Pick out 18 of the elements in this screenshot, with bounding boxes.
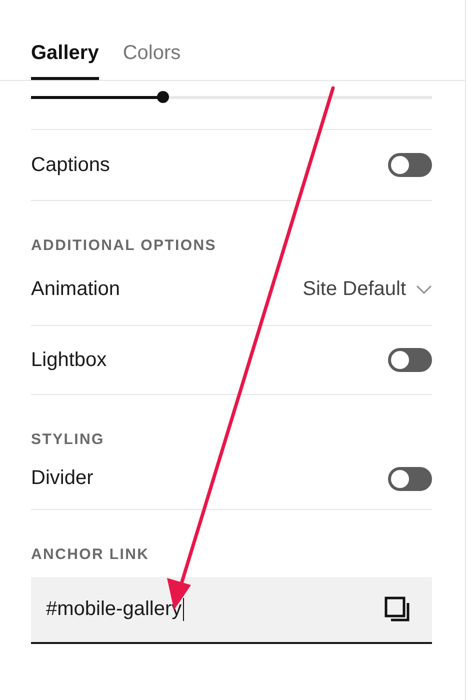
toggle-label: Divider — [31, 467, 94, 490]
tab[interactable]: Colors — [122, 30, 181, 80]
copy-button[interactable] — [384, 596, 412, 624]
select-label: Animation — [31, 278, 120, 301]
toggle-switch[interactable] — [388, 153, 432, 177]
chevron-down-icon — [416, 284, 432, 294]
copy-icon — [384, 596, 412, 624]
tab[interactable]: Gallery — [31, 30, 99, 80]
section-heading: ANCHOR LINK — [31, 545, 150, 563]
anchor-link-field[interactable]: #mobile-gallery — [31, 577, 432, 644]
animation-dropdown[interactable]: Site Default — [302, 278, 432, 301]
section-heading: STYLING — [31, 430, 106, 448]
toggle-label: Captions — [31, 154, 110, 176]
toggle-label: Lightbox — [31, 348, 107, 372]
slider-thumb[interactable] — [157, 91, 170, 103]
section-heading: ADDITIONAL OPTIONS — [31, 236, 218, 254]
toggle-switch[interactable] — [388, 466, 432, 490]
toggle-switch[interactable] — [388, 348, 432, 372]
